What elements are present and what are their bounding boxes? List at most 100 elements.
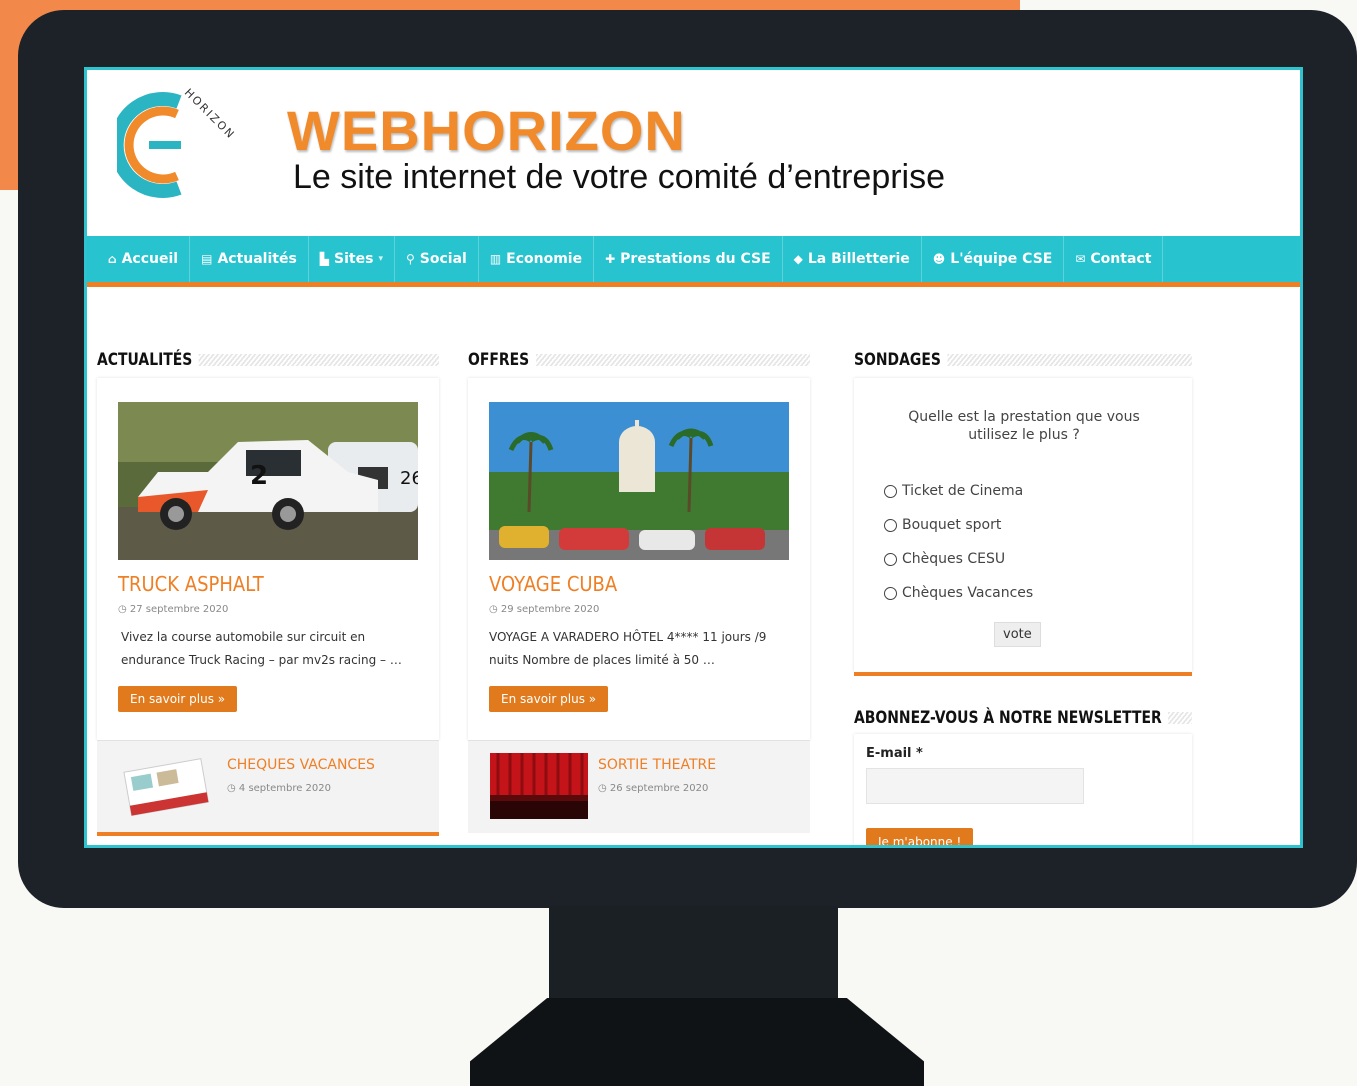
small-post-date-text: 26 septembre 2020 [609,783,709,794]
newsletter-widget: E-mail * Je m'abonne ! [854,734,1192,845]
nav-item-label: La Billetterie [807,251,910,267]
poll-option-label: Ticket de Cinema [902,483,1024,499]
clock-icon: ◷ [118,604,130,615]
ticket-icon: ◆ [793,252,803,266]
radio-button[interactable] [884,552,897,566]
vote-button[interactable]: vote [994,622,1041,647]
poll-option-3[interactable]: Chèques CESU [884,551,1005,567]
small-post-title-cheques[interactable]: CHEQUES VACANCES [227,757,375,773]
section-title-newsletter: ABONNEZ-VOUS À NOTRE NEWSLETTER [854,708,1192,728]
site-header: HORIZON WEBHORIZON Le site internet de v… [87,70,1300,236]
post-date-text: 29 septembre 2020 [500,604,600,615]
post-card-cuba: VOYAGE CUBA ◷ 29 septembre 2020 VOYAGE A… [468,378,810,740]
radio-button[interactable] [884,484,897,498]
post-date-cuba: ◷ 29 septembre 2020 [489,604,599,615]
poll-option-4[interactable]: Chèques Vacances [884,585,1033,601]
read-more-button-cuba[interactable]: En savoir plus » [489,686,609,712]
poll-widget: Quelle est la prestation que vous utilis… [854,378,1192,672]
nav-item-actualités[interactable]: ▤ Actualités [190,236,309,282]
post-image-truck[interactable]: 26 2 [118,402,418,560]
radio-button[interactable] [884,586,897,600]
clock-icon: ◷ [227,783,239,794]
pin-icon: ⚲ [405,252,415,266]
monitor-stand-base [470,998,924,1086]
newsletter-section: ABONNEZ-VOUS À NOTRE NEWSLETTER [854,708,1192,728]
nav-item-la-billetterie[interactable]: ◆ La Billetterie [783,236,922,282]
theatre-curtain-image [490,753,588,819]
envelope-icon: ✉ [1075,252,1086,266]
post-excerpt-cuba: VOYAGE A VARADERO HÔTEL 4**** 11 jours /… [489,630,767,667]
subscribe-button[interactable]: Je m'abonne ! [866,828,974,845]
radio-button[interactable] [884,518,897,532]
small-post-date-theatre: ◷ 26 septembre 2020 [598,783,708,794]
post-date-truck: ◷ 27 septembre 2020 [118,604,228,615]
small-post-cheques[interactable]: CHEQUES VACANCES ◷ 4 septembre 2020 [97,740,439,833]
section-divider [97,832,439,836]
nav-item-label: L'équipe CSE [950,251,1053,267]
nav-item-social[interactable]: ⚲ Social [395,236,479,282]
small-post-date-cheques: ◷ 4 septembre 2020 [227,783,331,794]
nav-item-label: Social [419,251,467,267]
bar-chart-icon: ▥ [489,252,502,266]
poll-option-2[interactable]: Bouquet sport [884,517,1001,533]
read-more-button-truck[interactable]: En savoir plus » [118,686,238,712]
section-title-offres: OFFRES [468,350,810,370]
post-image-cuba[interactable] [489,402,789,560]
main-content: ACTUALITÉS 26 2 [87,288,1300,845]
nav-item-l-équipe-cse[interactable]: ☻ L'équipe CSE [922,236,1065,282]
small-post-date-text: 4 septembre 2020 [238,783,331,794]
chevron-down-icon: ▾ [378,254,383,264]
nav-item-label: Economie [506,251,583,267]
small-post-title-theatre[interactable]: SORTIE THEATRE [598,757,716,773]
nav-item-label: Actualités [217,251,297,267]
website-screen: HORIZON WEBHORIZON Le site internet de v… [84,67,1303,848]
cheques-vacances-image [119,753,215,819]
nav-item-sites[interactable]: ▙ Sites ▾ [309,236,395,282]
email-label: E-mail * [866,746,923,761]
poll-question: Quelle est la prestation que vous utilis… [908,409,1140,443]
nav-item-economie[interactable]: ▥ Economie [479,236,595,282]
offres-column: OFFRES [468,350,810,370]
nav-item-accueil[interactable]: ⌂ Accueil [97,236,191,282]
cuba-capitol-image [489,402,789,560]
poll-option-label: Chèques CESU [902,551,1006,567]
heading-stripes [1168,712,1192,724]
offres-heading: OFFRES [468,350,530,370]
actualites-column: ACTUALITÉS [97,350,439,370]
site-brand[interactable]: WEBHORIZON [287,98,686,163]
nav-item-prestations-du-cse[interactable]: ✚ Prestations du CSE [594,236,783,282]
clock-icon: ◷ [598,783,610,794]
svg-text:26: 26 [400,468,418,489]
sondages-column: SONDAGES [854,350,1192,370]
site-tagline: Le site internet de votre comité d’entre… [293,158,946,196]
chart-icon: ▙ [319,252,330,266]
nav-item-contact[interactable]: ✉ Contact [1064,236,1164,282]
small-post-theatre[interactable]: SORTIE THEATRE ◷ 26 septembre 2020 [468,740,810,833]
section-title-actualites: ACTUALITÉS [97,350,439,370]
post-card-truck: 26 2 TRUCK ASPHALT ◷ 27 septembre 2020 V… [97,378,439,740]
section-title-sondages: SONDAGES [854,350,1192,370]
nav-item-label: Sites [334,251,374,267]
section-divider [854,672,1192,676]
truck-race-image: 26 2 [118,402,418,560]
nav-item-label: Accueil [121,251,179,267]
monitor-stand-neck [549,906,838,1000]
email-field[interactable] [866,768,1084,804]
poll-option-1[interactable]: Ticket de Cinema [884,483,1023,499]
newsletter-heading: ABONNEZ-VOUS À NOTRE NEWSLETTER [854,708,1162,728]
logo-icon[interactable] [117,84,197,204]
clock-icon: ◷ [489,604,501,615]
svg-text:2: 2 [250,461,268,491]
post-date-text: 27 septembre 2020 [129,604,229,615]
nav-item-label: Prestations du CSE [620,251,771,267]
poll-option-label: Bouquet sport [902,517,1002,533]
poll-option-label: Chèques Vacances [902,585,1034,601]
newspaper-icon: ▤ [201,252,213,266]
group-icon: ☻ [932,252,946,266]
post-title-truck[interactable]: TRUCK ASPHALT [118,572,264,596]
heading-stripes [535,354,810,366]
gift-icon: ✚ [605,252,616,266]
post-excerpt-truck: Vivez la course automobile sur circuit e… [121,630,402,667]
heading-stripes [947,354,1192,366]
post-title-cuba[interactable]: VOYAGE CUBA [489,572,617,596]
